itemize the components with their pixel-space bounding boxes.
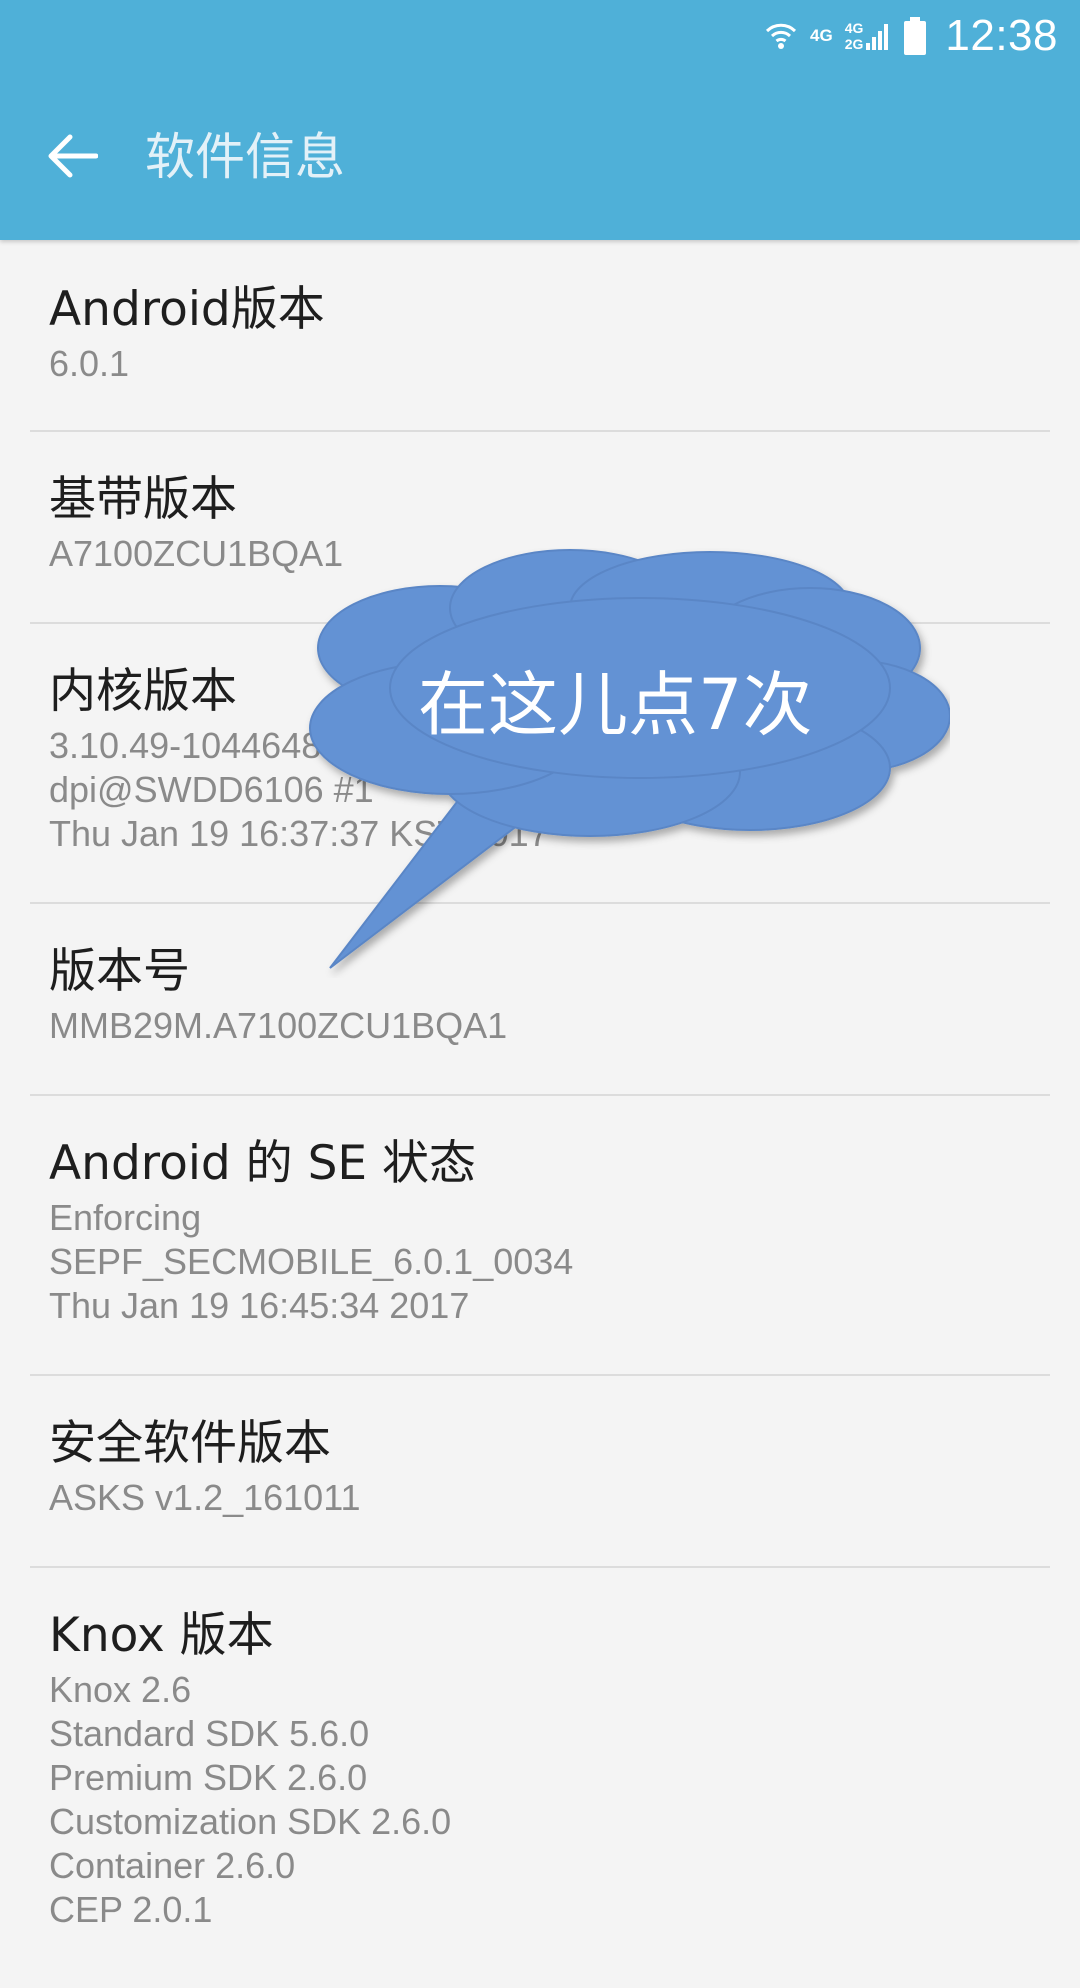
list-item-build-number[interactable]: 版本号 MMB29M.A7100ZCU1BQA1	[0, 904, 1080, 1096]
wifi-icon	[764, 19, 798, 53]
network-type-top: 4G	[844, 20, 864, 36]
list-item-value-line: Knox 2.6	[49, 1669, 192, 1710]
list-item-title: Android版本	[49, 282, 325, 337]
list-item-value-line: CEP 2.0.1	[49, 1889, 213, 1930]
list-item-value-line: Container 2.6.0	[49, 1845, 296, 1886]
network-type-label: 4G	[810, 26, 833, 45]
list-item-value: 6.0.1	[49, 343, 130, 384]
list-item-title: 版本号	[49, 944, 190, 999]
status-time: 12:38	[945, 11, 1058, 60]
list-item-value-line: SEPF_SECMOBILE_6.0.1_0034	[49, 1241, 574, 1282]
list-item-title: Knox 版本	[49, 1608, 274, 1663]
app-bar: 4G 4G 2G 12:38 软件信息	[0, 0, 1080, 240]
back-button[interactable]	[36, 122, 108, 194]
network-type-stack: 4G 2G	[845, 20, 864, 52]
arrow-left-icon	[46, 134, 99, 182]
list-item-value: ASKS v1.2_161011	[49, 1477, 361, 1518]
status-bar: 4G 4G 2G 12:38	[0, 0, 1080, 70]
list-item-baseband-version[interactable]: 基带版本 A7100ZCU1BQA1	[0, 432, 1080, 624]
battery-icon	[903, 16, 927, 56]
network-type-bottom: 2G	[844, 36, 864, 52]
status-icons: 4G 4G 2G 12:38	[764, 8, 1058, 64]
software-info-list: Android版本 6.0.1 基带版本 A7100ZCU1BQA1 内核版本 …	[0, 242, 1080, 1988]
callout-text: 在这儿点7次	[418, 664, 813, 746]
list-item-value: MMB29M.A7100ZCU1BQA1	[49, 1005, 508, 1046]
sim2-signal: 4G 2G	[845, 20, 892, 52]
list-item-knox-version[interactable]: Knox 版本 Knox 2.6 Standard SDK 5.6.0 Prem…	[0, 1568, 1080, 1988]
page-title: 软件信息	[145, 128, 345, 186]
list-item-value-line: Customization SDK 2.6.0	[49, 1801, 452, 1842]
list-item-security-software-version[interactable]: 安全软件版本 ASKS v1.2_161011	[0, 1376, 1080, 1568]
list-item-value-line: Enforcing	[49, 1197, 202, 1238]
list-item-value-line: dpi@SWDD6106 #1	[49, 769, 374, 810]
list-item-value-line: Standard SDK 5.6.0	[49, 1713, 370, 1754]
list-item-value-line: Premium SDK 2.6.0	[49, 1757, 368, 1798]
list-item-title: 安全软件版本	[49, 1416, 331, 1471]
list-item-android-version[interactable]: Android版本 6.0.1	[0, 242, 1080, 432]
list-item-value-line: Thu Jan 19 16:37:37 KST 2017	[49, 813, 549, 854]
list-item-se-status[interactable]: Android 的 SE 状态 Enforcing SEPF_SECMOBILE…	[0, 1096, 1080, 1376]
list-item-title: Android 的 SE 状态	[49, 1136, 477, 1191]
list-item-value-line: Thu Jan 19 16:45:34 2017	[49, 1285, 470, 1326]
signal-icon	[865, 21, 891, 51]
list-item-title: 基带版本	[49, 472, 237, 527]
list-item-value: A7100ZCU1BQA1	[49, 533, 344, 574]
